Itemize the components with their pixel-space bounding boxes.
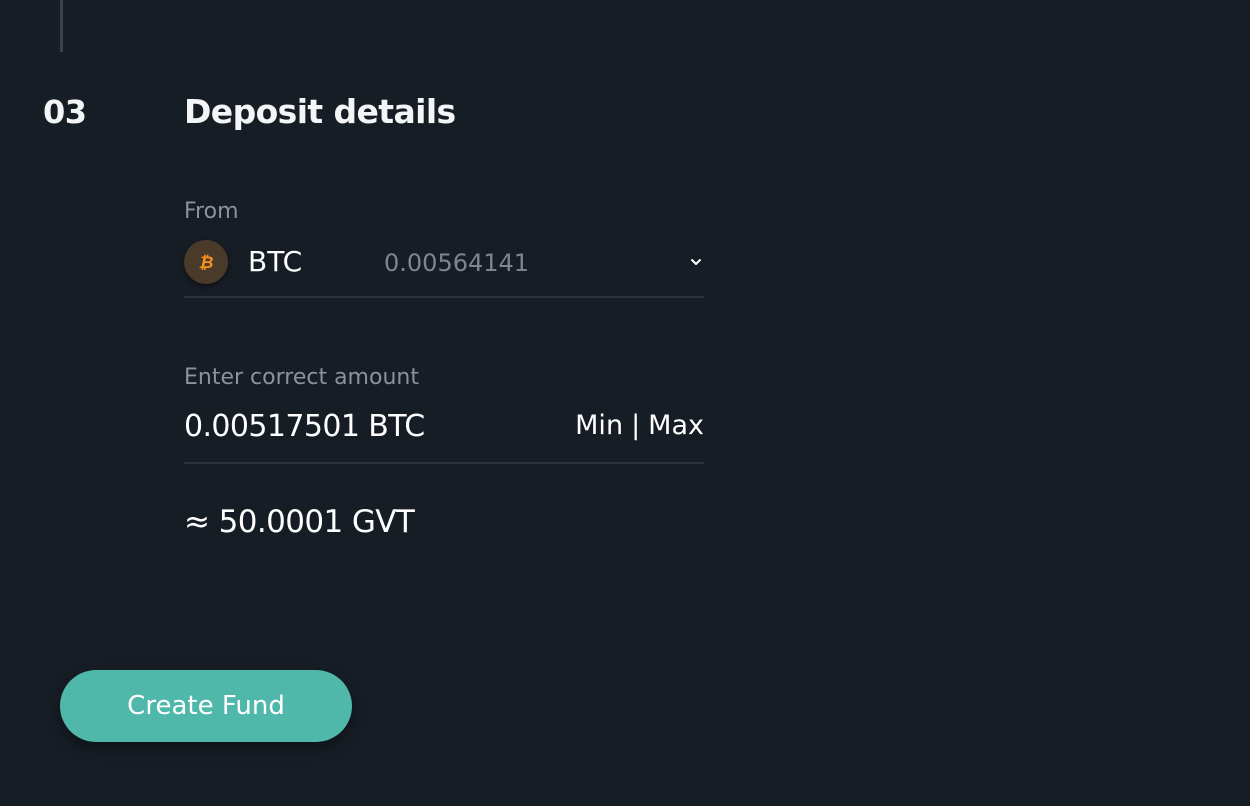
bitcoin-icon: ₿ — [184, 240, 228, 284]
amount-label: Enter correct amount — [184, 365, 419, 390]
max-button[interactable]: Max — [648, 410, 704, 441]
wallet-balance: 0.00564141 — [384, 249, 530, 277]
from-label: From — [184, 199, 239, 224]
step-number: 03 — [43, 93, 87, 131]
amount-field: Min |Max — [184, 404, 704, 464]
amount-input[interactable] — [184, 404, 554, 448]
converted-amount: ≈ 50.0001 GVT — [184, 504, 415, 540]
step-connector-line — [60, 0, 63, 52]
svg-text:₿: ₿ — [199, 253, 214, 273]
min-button[interactable]: Min — [575, 410, 623, 441]
min-max-separator: | — [631, 410, 641, 441]
currency-name: BTC — [248, 245, 303, 278]
section-title: Deposit details — [184, 92, 456, 131]
create-fund-button[interactable]: Create Fund — [60, 670, 352, 742]
chevron-down-icon[interactable] — [688, 254, 704, 270]
wallet-select[interactable]: ₿ BTC 0.00564141 — [184, 238, 704, 298]
min-max-controls: Min | Max — [575, 408, 704, 444]
